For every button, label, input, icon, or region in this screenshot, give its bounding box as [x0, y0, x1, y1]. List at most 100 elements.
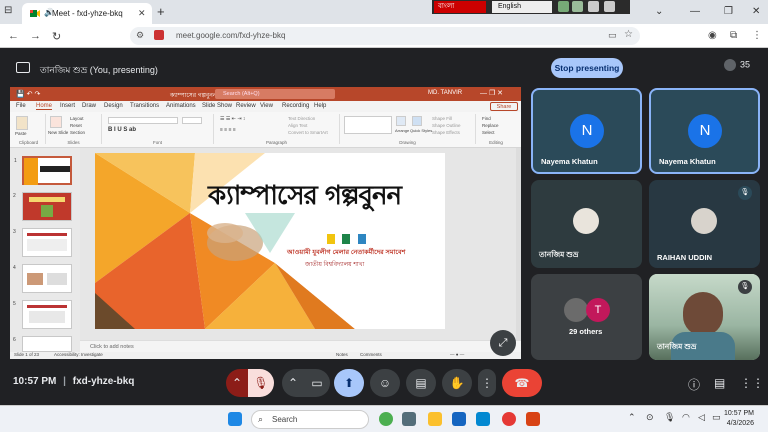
tray-chevron-icon[interactable]: ⌃ — [628, 412, 636, 423]
site-info-icon[interactable]: ⚙ — [136, 30, 144, 41]
bangla-label[interactable]: বাংলা — [434, 1, 486, 13]
taskbar-clock[interactable]: 10:57 PM 4/3/2026 — [724, 409, 754, 429]
tab-search-icon[interactable]: ⊟ — [4, 5, 12, 16]
participant-tile[interactable]: N Nayema Khatun — [531, 88, 642, 174]
slide-thumbnail[interactable]: 1 — [14, 156, 72, 185]
chrome-icon[interactable] — [379, 412, 393, 426]
keyboard-tool-icon[interactable] — [588, 1, 599, 12]
text-direction-button[interactable]: Text Direction — [288, 116, 315, 121]
tab-file[interactable]: File — [16, 103, 26, 109]
keyboard-tool-icon[interactable] — [558, 1, 569, 12]
browser-app-icon[interactable] — [502, 412, 516, 426]
restore-icon[interactable]: ❐ — [724, 6, 733, 17]
reload-icon[interactable]: ↻ — [52, 30, 61, 43]
find-button[interactable]: Find — [482, 116, 491, 121]
others-tile[interactable]: T 29 others — [531, 274, 642, 360]
close-window-icon[interactable]: ✕ — [752, 6, 760, 17]
tab-help[interactable]: Help — [314, 103, 326, 109]
keyboard-tool-icon[interactable] — [572, 1, 583, 12]
tab-recording[interactable]: Recording — [282, 103, 309, 109]
slide-thumbnail[interactable]: 5 — [13, 300, 72, 329]
chat-icon[interactable]: ▤ — [714, 376, 725, 390]
meeting-info-icon[interactable]: ⓘ — [688, 376, 700, 393]
activities-icon[interactable]: ⋮⋮ — [740, 376, 764, 390]
chevron-down-icon[interactable]: ⌄ — [655, 6, 663, 17]
close-tab-icon[interactable]: ✕ — [138, 8, 146, 19]
align-text-button[interactable]: Align Text — [288, 123, 307, 128]
task-view-icon[interactable] — [402, 412, 416, 426]
powerpoint-icon[interactable] — [526, 412, 540, 426]
shape-effects-button[interactable]: Shape Effects — [432, 130, 460, 135]
battery-icon[interactable]: ▭ — [712, 412, 721, 423]
participant-tile[interactable]: N Nayema Khatun — [649, 88, 760, 174]
keyboard-tool-icon[interactable] — [604, 1, 615, 12]
font-format-buttons[interactable]: B I U S ab — [108, 127, 136, 133]
paste-icon[interactable] — [16, 116, 28, 130]
browser-tab-meet[interactable]: 🔊 Meet - fxd-yhze-bkq ✕ — [22, 3, 152, 24]
slide-thumbnail[interactable]: 3 — [13, 228, 72, 257]
tab-slide-show[interactable]: Slide Show — [202, 103, 232, 109]
list-buttons[interactable]: ☰ ☰ ⇤ ⇥ ↕ — [220, 116, 245, 122]
vertical-scrollbar[interactable] — [516, 148, 521, 340]
shape-outline-button[interactable]: Shape Outline — [432, 123, 461, 128]
tab-insert[interactable]: Insert — [60, 103, 75, 109]
minimize-icon[interactable]: — — [690, 6, 700, 17]
fullscreen-icon[interactable]: ⤢ — [490, 330, 516, 356]
new-tab-button[interactable]: + — [157, 4, 165, 19]
slide-thumbnail[interactable]: 6 — [13, 336, 72, 352]
mic-options-chevron-icon[interactable]: ⌃ — [226, 369, 248, 397]
select-button[interactable]: Select — [482, 130, 495, 135]
address-bar[interactable]: ⚙ meet.google.com/fxd-yhze-bkq ▭ ☆ — [130, 27, 640, 45]
photos-icon[interactable] — [476, 412, 490, 426]
tab-home[interactable]: Home — [36, 103, 53, 110]
tab-view[interactable]: View — [260, 103, 273, 109]
profile-icon[interactable]: ◉ — [708, 30, 717, 41]
zoom-slider[interactable]: — ● — — [450, 352, 464, 357]
participant-tile[interactable]: তানজিম শুভ্র — [531, 180, 642, 268]
reset-button[interactable]: Reset — [70, 123, 82, 128]
share-button[interactable]: Share — [490, 102, 518, 111]
tab-review[interactable]: Review — [236, 103, 256, 109]
volume-icon[interactable]: ◁ — [698, 412, 705, 423]
save-icon[interactable]: 💾 ↶ ↷ — [16, 90, 40, 98]
menu-icon[interactable]: ⋮ — [752, 30, 762, 41]
participant-tile[interactable]: RAIHAN UDDIN 🎙 — [649, 180, 760, 268]
slide-thumbnail[interactable]: 4 — [13, 264, 72, 293]
comments-toggle[interactable]: Comments — [360, 352, 382, 357]
new-slide-icon[interactable] — [50, 116, 62, 128]
back-icon[interactable]: ← — [8, 30, 19, 42]
captions-icon[interactable]: ▤ — [406, 369, 436, 397]
align-buttons[interactable]: ≡ ≡ ≡ ≡ — [220, 127, 236, 133]
slide-thumbnail[interactable]: 2 — [13, 192, 72, 221]
convert-smartart-button[interactable]: Convert to SmartArt — [288, 130, 328, 135]
accessibility-status[interactable]: Accessibility: Investigate — [54, 352, 103, 357]
present-button[interactable]: ⬆ — [334, 369, 364, 397]
shapes-gallery[interactable] — [344, 116, 392, 134]
participant-count[interactable]: 35 — [724, 59, 750, 71]
section-button[interactable]: Section — [70, 130, 85, 135]
file-explorer-icon[interactable] — [428, 412, 442, 426]
more-options-icon[interactable]: ⋮ — [478, 369, 496, 397]
search-box[interactable]: Search (Alt+Q) — [215, 89, 335, 99]
notes-pane[interactable]: Click to add notes — [80, 340, 521, 352]
tab-draw[interactable]: Draw — [82, 103, 96, 109]
raise-hand-icon[interactable]: ✋ — [442, 369, 472, 397]
layout-button[interactable]: Layout — [70, 116, 84, 121]
cast-icon[interactable]: ▭ — [608, 30, 617, 41]
window-controls[interactable]: — ❐ ✕ — [480, 89, 503, 97]
taskbar-search[interactable]: ⌕ Search — [251, 410, 369, 429]
current-slide[interactable]: ক্যাম্পাসের গল্পবুনন আওয়ামী যুবলীগ মেলা… — [95, 153, 445, 329]
quick-styles-icon[interactable] — [412, 116, 422, 126]
tab-design[interactable]: Design — [104, 103, 123, 109]
camera-in-use-icon[interactable] — [154, 30, 164, 40]
shape-fill-button[interactable]: Shape Fill — [432, 116, 452, 121]
wifi-icon[interactable]: ◠ — [682, 412, 690, 423]
camera-options-chevron-icon[interactable]: ⌃ — [282, 369, 304, 397]
forward-icon[interactable]: → — [30, 30, 41, 42]
font-size-select[interactable] — [182, 117, 202, 124]
microphone-icon[interactable]: 🎙 — [664, 412, 675, 423]
bookmark-star-icon[interactable]: ☆ — [624, 29, 633, 40]
location-icon[interactable]: ⊙ — [646, 412, 654, 423]
english-label[interactable]: English — [492, 1, 552, 13]
arrange-icon[interactable] — [396, 116, 406, 126]
